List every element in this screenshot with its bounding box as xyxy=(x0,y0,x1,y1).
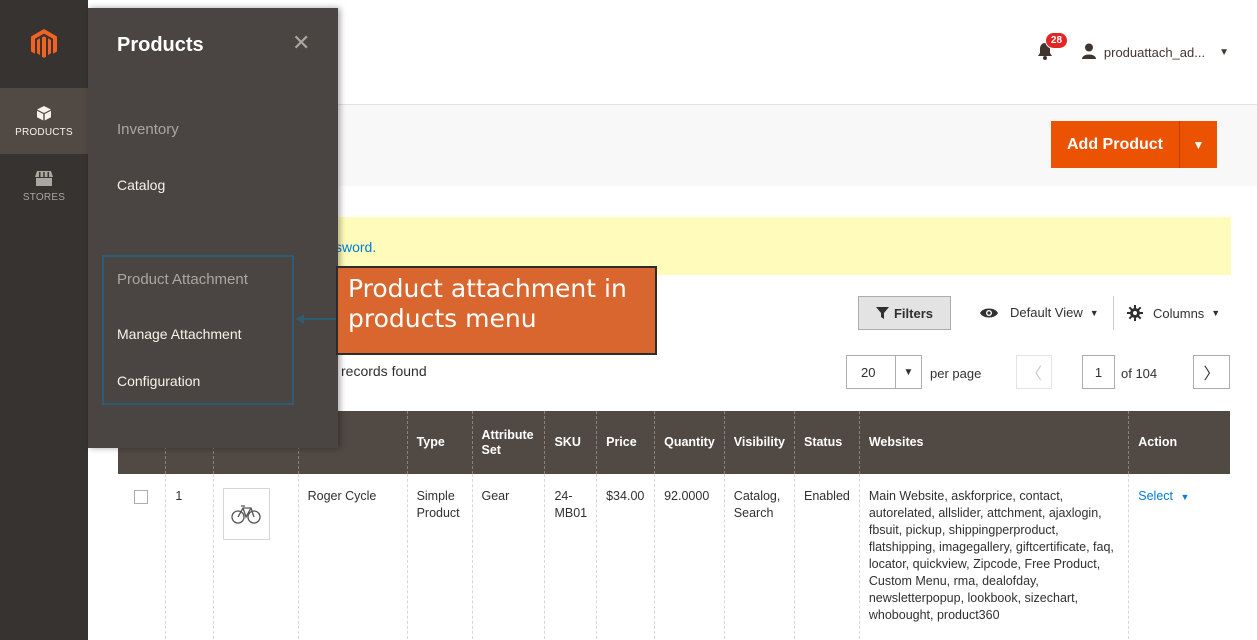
page-number-input[interactable]: 1 xyxy=(1082,355,1115,389)
column-header-action: Action xyxy=(1128,411,1230,474)
view-label: Default View xyxy=(1010,305,1083,320)
columns-label: Columns xyxy=(1153,305,1205,321)
column-header-type[interactable]: Type xyxy=(406,411,472,474)
add-product-label[interactable]: Add Product xyxy=(1051,121,1179,168)
page-total: of 104 xyxy=(1121,366,1158,381)
user-name[interactable]: produattach_ad... xyxy=(1104,45,1205,60)
cell-websites: Main Website, askforprice, contact, auto… xyxy=(858,474,1129,640)
column-header-websites[interactable]: Websites xyxy=(858,411,1129,474)
chevron-down-icon[interactable]: ▼ xyxy=(1181,492,1190,502)
filter-icon xyxy=(875,307,889,319)
filters-button[interactable]: Filters xyxy=(858,296,951,330)
chevron-right-icon: 〉 xyxy=(1203,366,1220,383)
notifications[interactable]: 28 xyxy=(1036,32,1069,62)
view-switcher[interactable]: Default View ▼ xyxy=(980,305,1099,320)
column-header-attribute-set[interactable]: Attribute Set xyxy=(471,411,545,474)
menu-section-inventory: Inventory xyxy=(117,121,179,138)
column-header-status[interactable]: Status xyxy=(793,411,860,474)
cell-price: $34.00 xyxy=(596,474,655,640)
column-header-quantity[interactable]: Quantity xyxy=(654,411,725,474)
product-thumbnail[interactable] xyxy=(222,488,270,540)
cell-type: Simple Product xyxy=(406,474,472,640)
divider xyxy=(1113,296,1114,330)
next-page-button[interactable]: 〉 xyxy=(1193,355,1230,389)
filters-label: Filters xyxy=(893,305,933,321)
columns-control[interactable]: Columns ▼ xyxy=(1127,305,1220,321)
row-checkbox-cell xyxy=(118,474,166,640)
annotation-callout: Product attachment in products menu xyxy=(336,266,657,355)
chevron-down-icon: ▼ xyxy=(1089,307,1099,318)
chevron-down-icon[interactable]: ▼ xyxy=(895,356,921,388)
column-header-sku[interactable]: SKU xyxy=(544,411,597,474)
bicycle-icon xyxy=(231,505,262,524)
add-product-dropdown-toggle[interactable]: ▼ xyxy=(1179,121,1217,168)
add-product-button[interactable]: Add Product ▼ xyxy=(1051,121,1217,168)
box-icon xyxy=(36,105,52,124)
store-icon xyxy=(35,171,53,189)
close-icon[interactable]: ✕ xyxy=(292,30,310,56)
admin-sidebar: PRODUCTS STORES xyxy=(0,0,88,640)
message-link[interactable]: sword. xyxy=(335,239,376,255)
menu-link-catalog[interactable]: Catalog xyxy=(117,177,165,193)
row-action-select[interactable]: Select xyxy=(1138,489,1173,503)
per-page-value: 20 xyxy=(861,364,876,380)
chevron-down-icon[interactable]: ▼ xyxy=(1219,47,1229,58)
records-count: records found xyxy=(341,363,427,379)
table-row: 1 Roger Cycle Simple Product Gear 24-MB0… xyxy=(118,474,1230,640)
prev-page-button[interactable]: 〈 xyxy=(1016,355,1052,389)
per-page-label: per page xyxy=(930,366,982,381)
chevron-down-icon: ▼ xyxy=(1211,308,1221,318)
cell-quantity: 92.0000 xyxy=(654,474,725,640)
nav-item-stores[interactable]: STORES xyxy=(0,154,88,220)
magento-logo[interactable] xyxy=(0,0,88,88)
nav-label-stores: STORES xyxy=(22,192,66,203)
cell-action: Select ▼ xyxy=(1128,474,1230,640)
column-header-price[interactable]: Price xyxy=(596,411,655,474)
magento-logo-icon xyxy=(31,29,57,58)
cell-visibility: Catalog, Search xyxy=(723,474,795,640)
arrow-left-icon xyxy=(296,314,338,324)
nav-label-products: PRODUCTS xyxy=(15,126,73,138)
user-icon xyxy=(1081,43,1096,62)
row-checkbox[interactable] xyxy=(134,490,148,504)
eye-icon xyxy=(980,308,998,317)
cell-name: Roger Cycle xyxy=(297,474,408,640)
notification-count-badge: 28 xyxy=(1044,32,1069,49)
gear-icon xyxy=(1127,305,1143,321)
cell-attribute-set: Gear xyxy=(471,474,545,640)
per-page-select[interactable]: 20 ▼ xyxy=(846,355,922,389)
column-header-visibility[interactable]: Visibility xyxy=(723,411,795,474)
nav-item-products[interactable]: PRODUCTS xyxy=(0,88,88,154)
chevron-left-icon: 〈 xyxy=(1025,366,1042,383)
cell-status: Enabled xyxy=(793,474,860,640)
cell-id: 1 xyxy=(165,474,214,640)
cell-sku: 24-MB01 xyxy=(544,474,597,640)
highlight-box xyxy=(102,255,294,405)
cell-thumbnail xyxy=(212,474,299,640)
admin-header-user: 28 produattach_ad... ▼ xyxy=(1036,32,1229,62)
flyout-title: Products xyxy=(117,34,204,56)
